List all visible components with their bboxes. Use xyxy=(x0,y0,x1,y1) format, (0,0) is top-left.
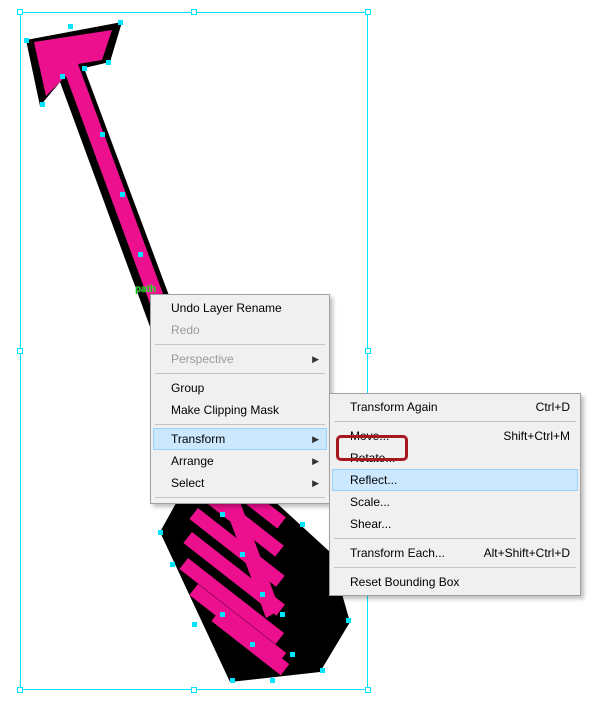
menu-item-reflect[interactable]: Reflect... xyxy=(332,469,578,491)
menu-item-transform[interactable]: Transform ▶ xyxy=(153,428,327,450)
menu-item-label: Arrange xyxy=(171,454,214,468)
menu-item-label: Undo Layer Rename xyxy=(171,301,282,315)
menu-separator xyxy=(334,538,576,539)
menu-separator xyxy=(334,567,576,568)
menu-item-rotate[interactable]: Rotate... xyxy=(332,447,578,469)
bbox-handle-ne[interactable] xyxy=(365,9,371,15)
menu-item-label: Move... xyxy=(350,429,389,443)
menu-item-redo: Redo xyxy=(153,319,327,341)
menu-item-label: Transform Each... xyxy=(350,546,445,560)
bbox-handle-sw[interactable] xyxy=(17,687,23,693)
transform-submenu[interactable]: Transform Again Ctrl+D Move... Shift+Ctrl+M… xyxy=(329,393,581,596)
menu-item-label: Scale... xyxy=(350,495,390,509)
menu-item-group[interactable]: Group xyxy=(153,377,327,399)
canvas-area[interactable]: path Undo Layer RenameRedoPerspective▶Gr… xyxy=(0,0,600,704)
menu-item-label: Reset Bounding Box xyxy=(350,575,459,589)
menu-item-shortcut: Shift+Ctrl+M xyxy=(503,429,570,443)
menu-separator xyxy=(155,344,325,345)
menu-item-select[interactable]: Select ▶ xyxy=(153,472,327,494)
menu-item-arrange[interactable]: Arrange ▶ xyxy=(153,450,327,472)
menu-item-label: Make Clipping Mask xyxy=(171,403,279,417)
menu-separator xyxy=(155,497,325,498)
bbox-handle-w[interactable] xyxy=(17,348,23,354)
menu-item-label: Group xyxy=(171,381,204,395)
menu-item-label: Transform xyxy=(171,432,225,446)
menu-item-perspective: Perspective ▶ xyxy=(153,348,327,370)
menu-item-label: Transform Again xyxy=(350,400,438,414)
bbox-handle-se[interactable] xyxy=(365,687,371,693)
submenu-arrow-icon: ▶ xyxy=(312,456,319,467)
bbox-handle-e[interactable] xyxy=(365,348,371,354)
menu-item-shortcut: Alt+Shift+Ctrl+D xyxy=(484,546,570,560)
menu-separator xyxy=(155,424,325,425)
menu-item-label: Select xyxy=(171,476,204,490)
menu-item-label: Redo xyxy=(171,323,200,337)
submenu-arrow-icon: ▶ xyxy=(312,478,319,489)
menu-item-move[interactable]: Move... Shift+Ctrl+M xyxy=(332,425,578,447)
menu-item-make-clipping-mask[interactable]: Make Clipping Mask xyxy=(153,399,327,421)
bbox-handle-s[interactable] xyxy=(191,687,197,693)
menu-item-reset-bounding-box[interactable]: Reset Bounding Box xyxy=(332,571,578,593)
menu-item-transform-again[interactable]: Transform Again Ctrl+D xyxy=(332,396,578,418)
menu-item-shortcut: Ctrl+D xyxy=(536,400,570,414)
menu-item-transform-each[interactable]: Transform Each... Alt+Shift+Ctrl+D xyxy=(332,542,578,564)
bbox-handle-n[interactable] xyxy=(191,9,197,15)
context-menu[interactable]: Undo Layer Rename Redo Perspective ▶ Group Ma… xyxy=(150,294,330,504)
bbox-handle-nw[interactable] xyxy=(17,9,23,15)
submenu-arrow-icon: ▶ xyxy=(312,434,319,445)
menu-separator xyxy=(155,373,325,374)
menu-item-shear[interactable]: Shear... xyxy=(332,513,578,535)
menu-separator xyxy=(334,421,576,422)
menu-item-label: Perspective xyxy=(171,352,234,366)
submenu-arrow-icon: ▶ xyxy=(312,354,319,365)
menu-item-label: Rotate... xyxy=(350,451,395,465)
menu-item-label: Shear... xyxy=(350,517,391,531)
menu-item-scale[interactable]: Scale... xyxy=(332,491,578,513)
menu-item-label: Reflect... xyxy=(350,473,397,487)
menu-item-undo-layer-rename[interactable]: Undo Layer Rename xyxy=(153,297,327,319)
